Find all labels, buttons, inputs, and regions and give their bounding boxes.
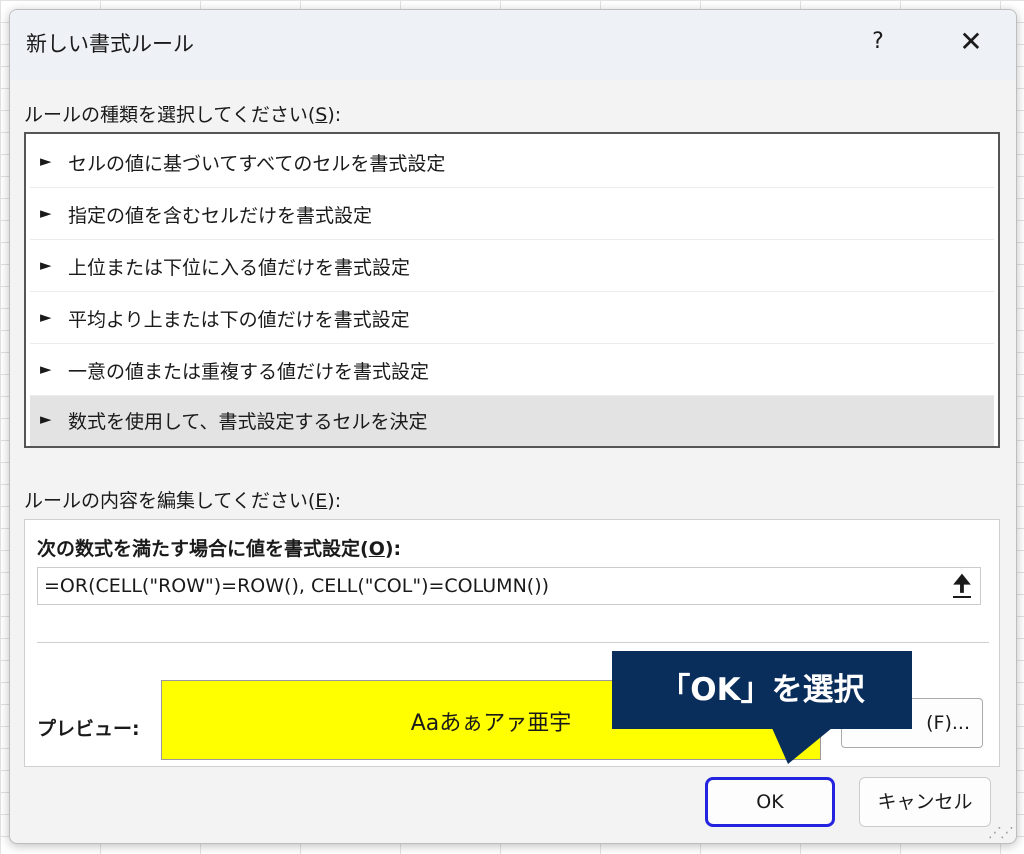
rule-description-panel: 次の数式を満たす場合に値を書式設定(O): =OR(CELL("ROW")=RO…	[24, 519, 1000, 767]
annotation-callout: 「OK」を選択	[612, 651, 912, 729]
rule-item-unique-duplicate[interactable]: ► 一意の値または重複する値だけを書式設定	[30, 346, 994, 396]
ok-button[interactable]: OK	[705, 777, 835, 827]
preview-label: プレビュー:	[37, 718, 140, 740]
callout-pointer	[772, 728, 832, 764]
formula-input[interactable]: =OR(CELL("ROW")=ROW(), CELL("COL")=COLUM…	[37, 567, 981, 605]
formula-value: =OR(CELL("ROW")=ROW(), CELL("COL")=COLUM…	[44, 575, 550, 597]
rule-item-label: セルの値に基づいてすべてのセルを書式設定	[68, 153, 446, 175]
formula-label: 次の数式を満たす場合に値を書式設定(O):	[37, 538, 402, 560]
cancel-button[interactable]: キャンセル	[859, 777, 991, 827]
rule-item-label: 上位または下位に入る値だけを書式設定	[68, 257, 411, 279]
title-bar: 新しい書式ルール ? ✕	[10, 10, 1016, 80]
rule-type-label: ルールの種類を選択してください(S):	[24, 104, 342, 126]
collapse-dialog-icon[interactable]: 🠉	[948, 572, 976, 600]
rule-item-label: 一意の値または重複する値だけを書式設定	[68, 361, 430, 383]
triangle-right-icon: ►	[40, 204, 52, 222]
rule-item-label: 平均より上または下の値だけを書式設定	[68, 309, 410, 331]
rule-item-use-formula[interactable]: ► 数式を使用して、書式設定するセルを決定	[30, 396, 994, 446]
rule-item-contains[interactable]: ► 指定の値を含むセルだけを書式設定	[30, 190, 994, 240]
rule-item-cell-values[interactable]: ► セルの値に基づいてすべてのセルを書式設定	[30, 138, 994, 188]
divider	[37, 642, 989, 643]
triangle-right-icon: ►	[40, 308, 52, 326]
rule-edit-label: ルールの内容を編集してください(E):	[24, 490, 342, 512]
close-icon[interactable]: ✕	[948, 22, 994, 62]
triangle-right-icon: ►	[40, 360, 52, 378]
rule-type-list[interactable]: ► セルの値に基づいてすべてのセルを書式設定 ► 指定の値を含むセルだけを書式設…	[24, 132, 1000, 448]
dialog-title: 新しい書式ルール	[26, 32, 194, 56]
rule-item-top-bottom[interactable]: ► 上位または下位に入る値だけを書式設定	[30, 242, 994, 292]
triangle-right-icon: ►	[40, 152, 52, 170]
rule-item-label: 数式を使用して、書式設定するセルを決定	[68, 411, 428, 433]
rule-item-label: 指定の値を含むセルだけを書式設定	[68, 205, 373, 227]
triangle-right-icon: ►	[40, 410, 52, 428]
rule-item-above-below-average[interactable]: ► 平均より上または下の値だけを書式設定	[30, 294, 994, 344]
triangle-right-icon: ►	[40, 256, 52, 274]
help-button[interactable]: ?	[858, 22, 898, 62]
resize-grip-icon[interactable]: ⋰⋰	[988, 825, 1014, 841]
